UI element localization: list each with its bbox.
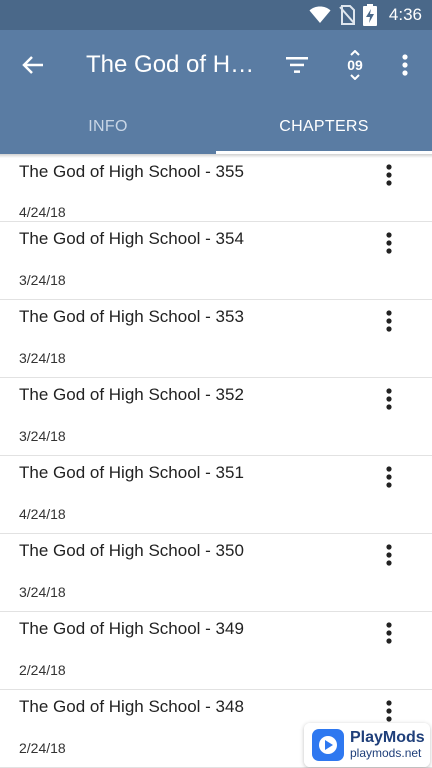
chapter-title: The God of High School - 348	[19, 697, 244, 716]
wifi-icon	[309, 6, 331, 24]
chapter-date: 2/24/18	[19, 662, 66, 678]
clock: 4:36	[388, 5, 422, 24]
more-vert-icon[interactable]	[374, 696, 404, 726]
playmods-watermark: PlayMods playmods.net	[304, 723, 430, 767]
chapter-list: The God of High School - 355 4/24/18 The…	[0, 154, 432, 768]
watermark-url: playmods.net	[350, 746, 422, 761]
list-item[interactable]: The God of High School - 353 3/24/18	[0, 300, 432, 378]
tab-shadow	[0, 154, 432, 158]
chapter-title: The God of High School - 352	[19, 385, 244, 404]
chapter-date: 2/24/18	[19, 740, 66, 756]
list-item[interactable]: The God of High School - 354 3/24/18	[0, 222, 432, 300]
arrow-back-icon[interactable]	[18, 50, 48, 80]
tab-info[interactable]: INFO	[0, 100, 216, 154]
playmods-logo-icon	[312, 729, 344, 761]
tab-chapters[interactable]: CHAPTERS	[216, 100, 432, 154]
sort-label: 09	[347, 57, 363, 73]
more-vert-icon[interactable]	[374, 384, 404, 414]
chapter-date: 4/24/18	[19, 204, 66, 220]
chapter-date: 3/24/18	[19, 428, 66, 444]
list-item[interactable]: The God of High School - 349 2/24/18	[0, 612, 432, 690]
more-vert-icon[interactable]	[374, 160, 404, 190]
watermark-title: PlayMods	[350, 729, 425, 747]
chapter-date: 3/24/18	[19, 584, 66, 600]
filter-icon[interactable]	[282, 50, 312, 80]
app-bar: The God of High School 09	[0, 30, 432, 100]
chapter-title: The God of High School - 349	[19, 619, 244, 638]
more-vert-icon[interactable]	[374, 462, 404, 492]
chapter-date: 4/24/18	[19, 506, 66, 522]
chapter-title: The God of High School - 354	[19, 229, 244, 248]
list-item[interactable]: The God of High School - 350 3/24/18	[0, 534, 432, 612]
chapter-title: The God of High School - 353	[19, 307, 244, 326]
chapter-title: The God of High School - 351	[19, 463, 244, 482]
sort-numeric-icon[interactable]: 09	[340, 50, 370, 80]
chapter-title: The God of High School - 355	[19, 162, 244, 181]
more-vert-icon[interactable]	[374, 540, 404, 570]
chapter-date: 3/24/18	[19, 350, 66, 366]
chapter-date: 3/24/18	[19, 272, 66, 288]
battery-charging-icon	[362, 4, 377, 26]
tab-bar: INFO CHAPTERS	[0, 100, 432, 154]
no-sim-icon	[339, 5, 355, 25]
more-vert-icon[interactable]	[374, 306, 404, 336]
more-vert-icon[interactable]	[374, 228, 404, 258]
chapter-title: The God of High School - 350	[19, 541, 244, 560]
list-item[interactable]: The God of High School - 355 4/24/18	[0, 154, 432, 222]
list-item[interactable]: The God of High School - 351 4/24/18	[0, 456, 432, 534]
page-title: The God of High School	[86, 51, 258, 78]
status-bar: 4:36	[0, 0, 432, 30]
more-vert-icon[interactable]	[374, 618, 404, 648]
more-vert-icon[interactable]	[390, 50, 420, 80]
list-item[interactable]: The God of High School - 352 3/24/18	[0, 378, 432, 456]
